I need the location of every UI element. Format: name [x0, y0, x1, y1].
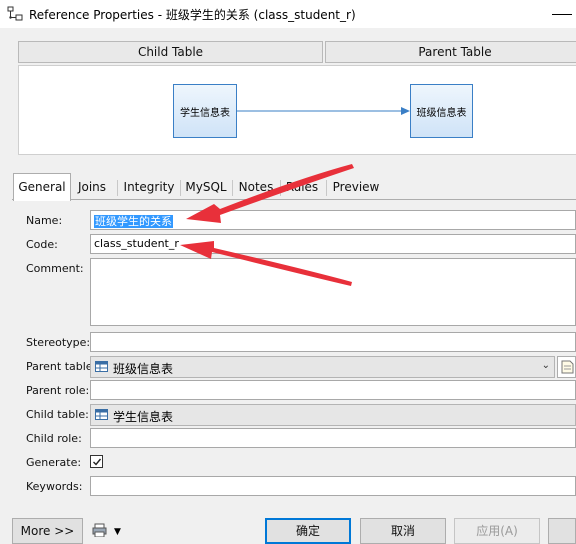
tab-separator	[232, 180, 233, 196]
keywords-input[interactable]	[90, 476, 576, 496]
child-table-node[interactable]: 学生信息表	[173, 84, 237, 138]
tab-separator	[326, 180, 327, 196]
tab-separator	[117, 180, 118, 196]
table-icon	[95, 409, 108, 420]
more-button[interactable]: More >>	[12, 518, 83, 544]
tab-notes[interactable]: Notes	[234, 176, 278, 198]
parent-table-value: 班级信息表	[113, 362, 174, 376]
generate-label: Generate:	[26, 456, 82, 469]
help-button[interactable]	[548, 518, 576, 544]
child-table-value: 学生信息表	[113, 410, 174, 424]
stereotype-label: Stereotype:	[26, 336, 91, 349]
print-icon[interactable]	[92, 523, 108, 537]
tab-preview[interactable]: Preview	[329, 176, 383, 198]
parent-role-input[interactable]	[90, 380, 576, 400]
apply-button[interactable]: 应用(A)	[454, 518, 540, 544]
tab-mysql[interactable]: MySQL	[182, 176, 230, 198]
code-value: class_student_r	[94, 237, 179, 250]
ok-button[interactable]: 确定	[265, 518, 351, 544]
child-table-label: Child table:	[26, 408, 89, 421]
parent-table-select[interactable]: 班级信息表 ⌄	[90, 356, 555, 378]
code-label: Code:	[26, 238, 58, 251]
child-role-label: Child role:	[26, 432, 82, 445]
tab-rules[interactable]: Rules	[282, 176, 322, 198]
keywords-label: Keywords:	[26, 480, 83, 493]
checkmark-icon	[93, 458, 102, 466]
comment-label: Comment:	[26, 262, 84, 275]
comment-textarea[interactable]	[90, 258, 576, 326]
code-input[interactable]: class_student_r	[90, 234, 576, 254]
tab-general[interactable]: General	[13, 173, 71, 201]
name-label: Name:	[26, 214, 63, 227]
tab-separator	[180, 180, 181, 196]
name-value: 班级学生的关系	[94, 215, 173, 228]
parent-role-label: Parent role:	[26, 384, 90, 397]
generate-checkbox[interactable]	[90, 455, 103, 468]
tab-integrity[interactable]: Integrity	[120, 176, 178, 198]
stereotype-input[interactable]	[90, 332, 576, 352]
name-input[interactable]: 班级学生的关系	[90, 210, 576, 230]
properties-button[interactable]	[557, 356, 576, 378]
table-icon	[95, 361, 108, 372]
child-table-field[interactable]: 学生信息表	[90, 404, 576, 426]
tab-joins[interactable]: Joins	[74, 176, 110, 198]
child-role-input[interactable]	[90, 428, 576, 448]
cancel-button[interactable]: 取消	[360, 518, 446, 544]
chevron-down-icon[interactable]: ⌄	[542, 360, 550, 371]
tab-separator	[280, 180, 281, 196]
parent-table-label: Parent table:	[26, 360, 97, 373]
parent-table-node[interactable]: 班级信息表	[410, 84, 473, 138]
properties-icon	[561, 360, 574, 374]
